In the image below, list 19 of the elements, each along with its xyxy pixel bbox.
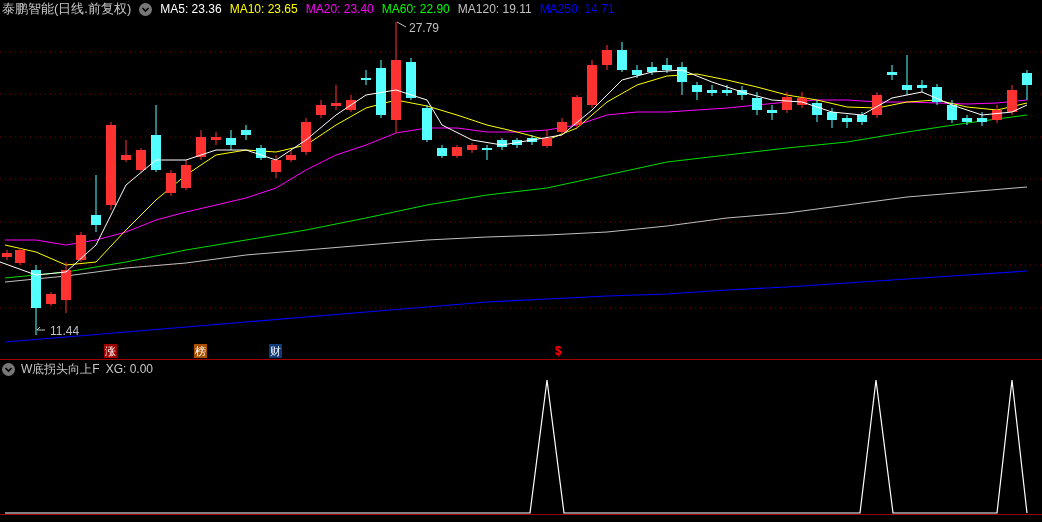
- low-price-label: 11.44: [50, 323, 80, 340]
- indicator-value: MA20: 23.40: [305, 1, 374, 18]
- event-badge[interactable]: 涨: [104, 344, 117, 358]
- event-marker[interactable]: $: [555, 344, 562, 358]
- event-badge[interactable]: 财: [269, 344, 282, 358]
- indicator-title: W底拐头向上F: [21, 361, 100, 378]
- indicator-value: XG: 0.00: [105, 361, 154, 378]
- event-badge[interactable]: 榜: [194, 344, 207, 358]
- high-price-label: 27.79: [409, 20, 440, 37]
- leader-line: [36, 326, 46, 331]
- indicator-value: MA10: 23.65: [229, 1, 298, 18]
- dropdown-icon[interactable]: [139, 2, 153, 16]
- dropdown-icon[interactable]: [2, 362, 15, 376]
- indicator-value: MA5: 23.36: [160, 1, 222, 18]
- indicator-value: MA250: 14.71: [539, 1, 615, 18]
- leader-line: [396, 21, 407, 28]
- indicator-value: MA60: 22.90: [381, 1, 450, 18]
- indicator-value: MA120: 19.11: [457, 1, 532, 18]
- chart-title: 泰鹏智能(日线.前复权): [2, 0, 132, 19]
